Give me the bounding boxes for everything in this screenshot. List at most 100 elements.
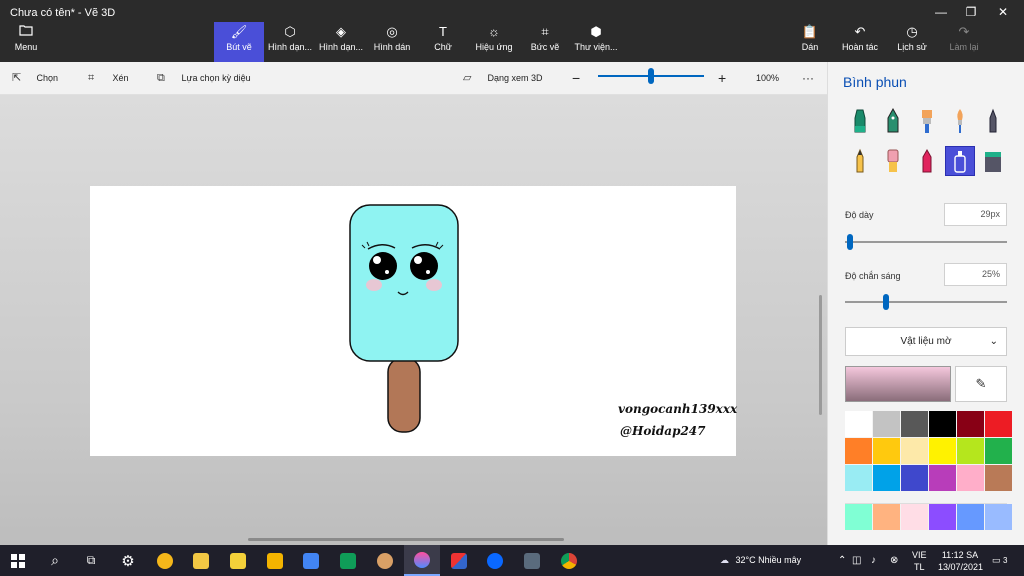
- color-swatch[interactable]: [901, 465, 928, 491]
- zoom-in-button[interactable]: +: [718, 62, 726, 95]
- crop-button[interactable]: ⌗ Xén: [88, 62, 129, 95]
- color-swatch[interactable]: [845, 411, 872, 437]
- thickness-input[interactable]: 29px: [944, 203, 1007, 226]
- color-swatch[interactable]: [985, 438, 1012, 464]
- close-button[interactable]: ✕: [988, 3, 1018, 21]
- app-button-2[interactable]: [257, 545, 293, 576]
- spray-can-icon[interactable]: [945, 146, 975, 176]
- clock[interactable]: 11:12 SA 13/07/2021: [938, 545, 983, 576]
- vertical-scrollbar[interactable]: [819, 295, 822, 415]
- brush-icon: 🖌: [230, 24, 248, 39]
- tool-stickers[interactable]: ◎ Hình dán: [367, 22, 417, 62]
- color-swatch[interactable]: [901, 411, 928, 437]
- app-button-6[interactable]: [441, 545, 477, 576]
- file-explorer-button[interactable]: [183, 545, 219, 576]
- zoom-out-button[interactable]: −: [572, 62, 580, 95]
- history-button[interactable]: ◷ Lịch sử: [890, 22, 934, 62]
- minimize-button[interactable]: —: [926, 3, 956, 21]
- color-swatch[interactable]: [957, 465, 984, 491]
- color-swatch[interactable]: [985, 465, 1012, 491]
- app-button-3[interactable]: [293, 545, 329, 576]
- magic-select-button[interactable]: ⧉ Lựa chọn kỳ diệu: [157, 62, 251, 95]
- horizontal-scrollbar[interactable]: [248, 538, 564, 541]
- zoom-percent[interactable]: 100%: [756, 62, 779, 95]
- color-swatch[interactable]: [845, 465, 872, 491]
- pencil-icon[interactable]: [845, 146, 875, 176]
- watercolor-icon[interactable]: [945, 106, 975, 136]
- color-swatch[interactable]: [929, 465, 956, 491]
- crayon-icon[interactable]: [912, 146, 942, 176]
- calligraphy-pen-icon[interactable]: [878, 106, 908, 136]
- task-view-button[interactable]: ⧉: [73, 545, 109, 576]
- color-swatch[interactable]: [873, 504, 900, 530]
- maximize-button[interactable]: ❐: [956, 3, 986, 21]
- current-color[interactable]: [845, 366, 951, 402]
- thickness-slider[interactable]: [845, 241, 1007, 243]
- color-swatch[interactable]: [873, 465, 900, 491]
- app-button-4[interactable]: [330, 545, 366, 576]
- app-button-5[interactable]: [367, 545, 403, 576]
- view-3d-button[interactable]: ▱ Dạng xem 3D: [463, 62, 543, 95]
- color-swatch[interactable]: [845, 438, 872, 464]
- opacity-input[interactable]: 25%: [944, 263, 1007, 286]
- color-swatch[interactable]: [929, 411, 956, 437]
- color-swatch[interactable]: [957, 411, 984, 437]
- app-button-1[interactable]: [220, 545, 256, 576]
- tool-effects[interactable]: ☼ Hiệu ứng: [469, 22, 519, 62]
- tool-canvas[interactable]: ⌗ Bức vẽ: [520, 22, 570, 62]
- paint3d-taskbar-button[interactable]: [404, 545, 440, 576]
- select-button[interactable]: ⇱ Chọn: [12, 62, 58, 95]
- network-icon[interactable]: ◫: [852, 545, 861, 576]
- undo-button[interactable]: ↶ Hoàn tác: [838, 22, 882, 62]
- redo-button[interactable]: ↷ Làm lại: [942, 22, 986, 62]
- zalo-button[interactable]: [477, 545, 513, 576]
- color-swatch[interactable]: [873, 411, 900, 437]
- marker-icon[interactable]: [845, 106, 875, 136]
- pixel-pen-icon[interactable]: [978, 106, 1008, 136]
- paste-button[interactable]: 📋 Dán: [794, 22, 826, 62]
- notification-button[interactable]: ▭ 3: [992, 545, 1007, 576]
- tray-chevron[interactable]: ⌃: [838, 545, 846, 576]
- battery-icon[interactable]: ⊗: [890, 545, 898, 576]
- volume-icon[interactable]: ♪: [871, 545, 876, 576]
- thickness-slider-thumb[interactable]: [846, 234, 853, 250]
- eyedropper-button[interactable]: ✎: [955, 366, 1007, 402]
- material-dropdown[interactable]: Vật liệu mờ ⌄: [845, 327, 1007, 356]
- more-button[interactable]: ···: [802, 62, 814, 95]
- tool-text[interactable]: T Chữ: [418, 22, 468, 62]
- search-button[interactable]: ⌕: [37, 545, 73, 576]
- color-swatch[interactable]: [957, 504, 984, 530]
- edge-button[interactable]: [147, 545, 183, 576]
- color-swatch[interactable]: [845, 504, 872, 530]
- color-swatch[interactable]: [901, 504, 928, 530]
- language-indicator[interactable]: VIE TL: [912, 545, 927, 576]
- zoom-slider-thumb[interactable]: [648, 68, 654, 84]
- color-swatch[interactable]: [929, 504, 956, 530]
- color-swatch[interactable]: [901, 438, 928, 464]
- tool-3d-shapes[interactable]: ◈ Hình dạn...: [316, 22, 366, 62]
- weather-widget[interactable]: ☁ 32°C Nhiều mây: [720, 545, 801, 576]
- tool-3d-library[interactable]: ⬢ Thư viện...: [571, 22, 621, 62]
- color-swatch[interactable]: [957, 438, 984, 464]
- oil-brush-icon[interactable]: [912, 106, 942, 136]
- history-icon: ◷: [906, 24, 918, 39]
- drawing-canvas[interactable]: vongocanh139xxx @Hoidap247: [90, 186, 737, 456]
- color-swatch[interactable]: [873, 438, 900, 464]
- tool-2d-shapes[interactable]: ⬡ Hình dạn...: [265, 22, 315, 62]
- color-swatch[interactable]: [985, 411, 1012, 437]
- chrome-button[interactable]: [551, 545, 587, 576]
- color-swatch[interactable]: [929, 438, 956, 464]
- opacity-slider-thumb[interactable]: [882, 294, 889, 310]
- opacity-slider[interactable]: [845, 301, 1007, 303]
- settings-button[interactable]: ⚙: [110, 545, 146, 576]
- calculator-button[interactable]: [514, 545, 550, 576]
- eraser-icon[interactable]: [878, 146, 908, 176]
- gear-icon: ⚙: [121, 552, 135, 570]
- start-button[interactable]: [0, 545, 36, 576]
- tool-brushes[interactable]: 🖌 Bút vẽ: [214, 22, 264, 62]
- color-swatch[interactable]: [985, 504, 1012, 530]
- fill-icon[interactable]: [978, 146, 1008, 176]
- canvas-toolbar: ⇱ Chọn ⌗ Xén ⧉ Lựa chọn kỳ diệu ▱ Dạng x…: [0, 62, 827, 95]
- menu-button[interactable]: Menu: [6, 22, 46, 62]
- snip-icon: [451, 552, 467, 569]
